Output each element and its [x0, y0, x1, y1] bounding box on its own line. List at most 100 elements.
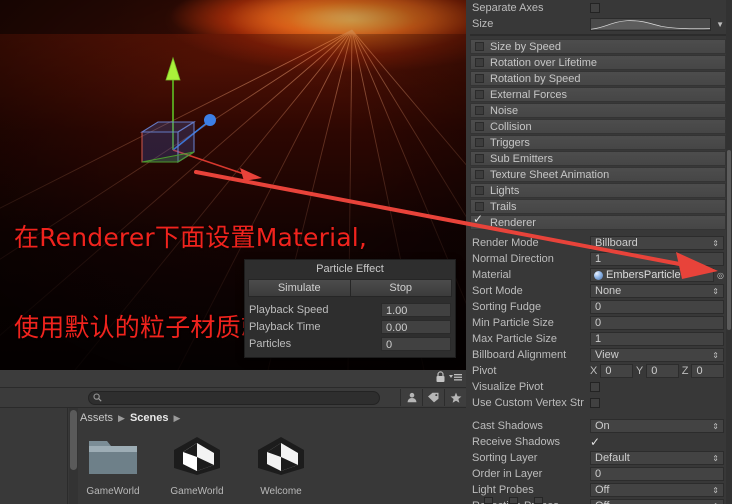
lock-icon[interactable] [435, 371, 446, 383]
breadcrumb-scenes[interactable]: Scenes [130, 412, 169, 424]
module-row-collision[interactable]: Collision [470, 119, 726, 134]
object-picker-icon[interactable]: ◎ [717, 271, 724, 280]
receive-shadows-field: ✓ [590, 436, 724, 448]
module-row-noise[interactable]: Noise [470, 103, 726, 118]
folder-icon [80, 428, 146, 484]
asset-label: GameWorld [170, 486, 224, 497]
simulate-button[interactable]: Simulate [248, 279, 351, 297]
module-row-external-forces[interactable]: External Forces [470, 87, 726, 102]
module-row-renderer[interactable]: Renderer [470, 213, 726, 230]
chevron-updown-icon: ⇕ [712, 453, 719, 463]
module-row-triggers[interactable]: Triggers [470, 135, 726, 150]
module-checkbox-checked[interactable] [473, 213, 484, 227]
inspector-scrollbar-thumb[interactable] [727, 150, 731, 330]
annotation-line-1: 在Renderer下面设置Material, [14, 223, 368, 252]
cast-shadows-dropdown[interactable]: On ⇕ [590, 419, 724, 433]
module-row-rotation-by-speed[interactable]: Rotation by Speed [470, 71, 726, 86]
person-filter-icon[interactable] [400, 389, 422, 406]
module-checkbox[interactable] [475, 42, 484, 51]
sort-mode-dropdown[interactable]: None ⇕ [590, 284, 724, 298]
chevron-updown-icon: ⇕ [712, 238, 719, 248]
playback-speed-label: Playback Speed [249, 303, 329, 316]
project-panel[interactable]: Assets ▶ Scenes ▶ GameWorld GameWorld We… [0, 370, 466, 504]
stop-button[interactable]: Stop [350, 279, 452, 297]
particle-effect-panel[interactable]: Particle Effect Simulate Stop Playback S… [244, 259, 456, 358]
module-checkbox[interactable] [475, 122, 484, 131]
partial-checkbox-2[interactable] [509, 496, 518, 504]
light-probes-dropdown[interactable]: Off ⇕ [590, 483, 724, 497]
visualize-pivot-checkbox[interactable] [590, 382, 600, 392]
billboard-alignment-dropdown[interactable]: View ⇕ [590, 348, 724, 362]
playback-speed-row: Playback Speed 1.00 [245, 301, 455, 318]
sort-mode-field: None ⇕ [590, 284, 724, 298]
module-row-rotation-over-lifetime[interactable]: Rotation over Lifetime [470, 55, 726, 70]
cast-shadows-value: On [595, 420, 610, 432]
pivot-z-input[interactable]: 0 [691, 364, 725, 378]
module-checkbox[interactable] [475, 74, 484, 83]
search-icon [93, 393, 102, 402]
pivot-x-input[interactable]: 0 [600, 364, 633, 378]
project-tree-scrollbar[interactable] [69, 408, 78, 504]
partial-checkbox-3[interactable] [534, 496, 543, 504]
custom-vertex-checkbox[interactable] [590, 398, 600, 408]
module-row-size-by-speed[interactable]: Size by Speed [470, 39, 726, 54]
render-mode-label: Render Mode [472, 237, 539, 249]
separate-axes-row: Separate Axes [466, 0, 732, 16]
asset-item-scene-1[interactable]: GameWorld [164, 428, 230, 497]
separate-axes-checkbox[interactable] [590, 3, 600, 13]
module-label: External Forces [490, 88, 568, 101]
chevron-updown-icon: ⇕ [712, 286, 719, 296]
inspector-scrollbar[interactable] [726, 0, 732, 504]
lighting-properties: Cast Shadows On ⇕ Receive Shadows ✓ Sort… [466, 418, 732, 504]
project-folder-tree[interactable] [0, 408, 68, 504]
normal-direction-row: Normal Direction 1 [466, 251, 732, 267]
pivot-vector3-field: X 0 Y 0 Z 0 [590, 364, 725, 378]
module-checkbox[interactable] [475, 138, 484, 147]
module-checkbox[interactable] [475, 202, 484, 211]
min-particle-size-input[interactable]: 0 [590, 316, 724, 330]
inspector-panel[interactable]: Separate Axes Size ▼ Size by Speed Rotat… [466, 0, 732, 504]
module-checkbox[interactable] [475, 154, 484, 163]
scene-view[interactable]: 在Renderer下面设置Material, 使用默认的粒子材质就可以 Part… [0, 0, 466, 370]
playback-speed-input[interactable]: 1.00 [381, 302, 451, 317]
scrollbar-thumb[interactable] [70, 410, 77, 470]
favorite-star-icon[interactable] [444, 389, 466, 406]
max-particle-size-label: Max Particle Size [472, 333, 557, 345]
order-in-layer-input[interactable]: 0 [590, 467, 724, 481]
breadcrumb-assets[interactable]: Assets [80, 412, 113, 424]
search-input[interactable] [88, 390, 380, 405]
order-in-layer-field: 0 [590, 467, 724, 481]
pivot-y-input[interactable]: 0 [646, 364, 679, 378]
module-checkbox[interactable] [475, 58, 484, 67]
tag-filter-icon[interactable] [422, 389, 444, 406]
pivot-y-label: Y [635, 365, 644, 377]
normal-direction-input[interactable]: 1 [590, 252, 724, 266]
transform-gizmo[interactable] [120, 50, 290, 180]
size-curve-dropdown-icon[interactable]: ▼ [716, 20, 724, 29]
asset-item-folder[interactable]: GameWorld [80, 428, 146, 497]
size-label: Size [472, 18, 494, 30]
module-row-texture-sheet-animation[interactable]: Texture Sheet Animation [470, 167, 726, 182]
module-row-trails[interactable]: Trails [470, 199, 726, 214]
light-probes-field: Off ⇕ [590, 483, 724, 497]
module-row-sub-emitters[interactable]: Sub Emitters [470, 151, 726, 166]
sorting-layer-dropdown[interactable]: Default ⇕ [590, 451, 724, 465]
hamburger-menu-icon[interactable] [449, 372, 462, 382]
playback-time-input[interactable]: 0.00 [381, 319, 451, 334]
module-checkbox[interactable] [475, 90, 484, 99]
asset-item-scene-2[interactable]: Welcome [248, 428, 314, 497]
receive-shadows-checkbox-checked[interactable]: ✓ [590, 436, 600, 448]
module-checkbox[interactable] [475, 106, 484, 115]
module-checkbox[interactable] [475, 170, 484, 179]
size-curve-editor[interactable] [590, 17, 712, 31]
render-mode-dropdown[interactable]: Billboard ⇕ [590, 236, 724, 250]
module-checkbox[interactable] [475, 186, 484, 195]
project-tab-bar [0, 370, 466, 388]
material-object-field[interactable]: EmbersParticle [590, 268, 715, 282]
particles-row: Particles 0 [245, 335, 455, 352]
billboard-alignment-label: Billboard Alignment [472, 349, 567, 361]
max-particle-size-input[interactable]: 1 [590, 332, 724, 346]
sorting-fudge-input[interactable]: 0 [590, 300, 724, 314]
partial-checkbox-1[interactable] [484, 496, 493, 504]
module-row-lights[interactable]: Lights [470, 183, 726, 198]
